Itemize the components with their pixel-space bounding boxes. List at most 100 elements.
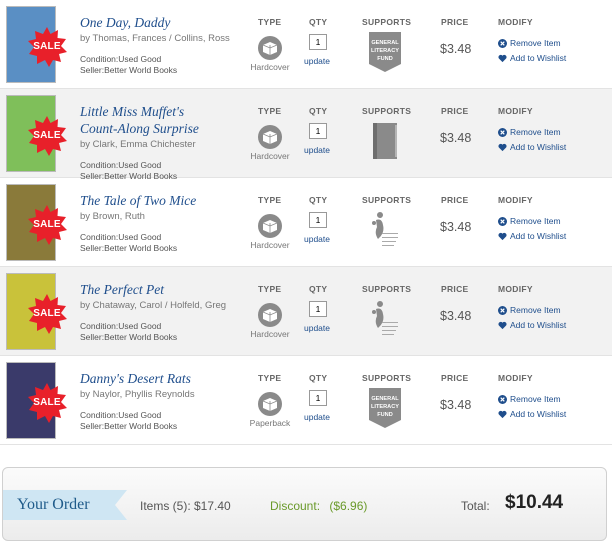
book-type-icon [258,125,282,149]
cart-row: SALE The Perfect Pet by Chataway, Carol … [0,267,612,356]
discount-value: ($6.96) [329,499,368,513]
remove-item-label: Remove Item [510,216,561,226]
supports-header: SUPPORTS [362,106,412,116]
book-type: Hardcover [250,329,290,339]
remove-item-link[interactable]: Remove Item [498,305,561,315]
update-link[interactable]: update [304,323,330,333]
book-type: Hardcover [250,240,290,250]
remove-x-icon [498,127,507,137]
quantity-input[interactable] [309,34,327,50]
supports-text-3: FUND [377,412,393,418]
book-author: by Thomas, Frances / Collins, Ross [80,33,230,44]
order-heading: Your Order [17,496,90,513]
remove-item-link[interactable]: Remove Item [498,127,561,137]
book-seller: Seller:Better World Books [80,65,178,75]
update-link[interactable]: update [304,145,330,155]
book-title-line[interactable]: Danny's Desert Rats [80,370,250,387]
update-link[interactable]: update [304,412,330,422]
book-icon [373,123,397,159]
qty-header: QTY [309,17,328,27]
book-condition: Condition:Used Good [80,410,162,420]
wishlist-label: Add to Wishlist [510,320,567,330]
qty-header: QTY [309,195,328,205]
remove-item-link[interactable]: Remove Item [498,394,561,404]
quantity-input[interactable] [309,123,327,139]
book-author: by Brown, Ruth [80,211,145,222]
modify-header: MODIFY [498,106,533,116]
book-info: Little Miss Muffet's Count-Along Surprise… [80,103,250,182]
sale-label: SALE [33,41,61,52]
price-header: PRICE [441,195,469,205]
book-title-line[interactable]: The Perfect Pet [80,281,250,298]
book-seller: Seller:Better World Books [80,243,178,253]
sale-badge: SALE [27,294,67,334]
remove-x-icon [498,38,507,48]
quantity-input[interactable] [309,390,327,406]
cart-row: SALE One Day, Daddy by Thomas, Frances /… [0,0,612,89]
wishlist-label: Add to Wishlist [510,231,567,241]
book-info: One Day, Daddy by Thomas, Frances / Coll… [80,14,250,76]
general-literacy-fund-icon: GENERAL LITERACY FUND [369,32,401,72]
book-type-icon [258,392,282,416]
book-type: Paperback [249,418,291,428]
quantity-input[interactable] [309,212,327,228]
update-link[interactable]: update [304,234,330,244]
book-condition: Condition:Used Good [80,54,162,64]
add-to-wishlist-link[interactable]: Add to Wishlist [498,142,566,152]
total-value: $10.44 [505,492,564,513]
discount: Discount: ($6.96) [270,499,367,513]
modify-header: MODIFY [498,17,533,27]
add-to-wishlist-link[interactable]: Add to Wishlist [498,409,566,419]
item-price: $3.48 [440,309,472,323]
type-header: TYPE [258,106,282,116]
sale-label: SALE [33,397,61,408]
heart-icon [498,54,507,62]
remove-item-label: Remove Item [510,305,561,315]
book-condition: Condition:Used Good [80,232,162,242]
price-header: PRICE [441,373,469,383]
sale-label: SALE [33,219,61,230]
sale-badge: SALE [27,116,67,156]
cart-row: SALE The Tale of Two Mice by Brown, Ruth… [0,178,612,267]
type-header: TYPE [258,195,282,205]
update-link[interactable]: update [304,56,330,66]
type-header: TYPE [258,373,282,383]
book-title-line[interactable]: Little Miss Muffet's [80,103,250,120]
book-title-line[interactable]: Count-Along Surprise [80,120,250,137]
price-header: PRICE [441,284,469,294]
supports-text-1: GENERAL [371,396,399,402]
supports-text-2: LITERACY [371,404,399,410]
book-type-icon [258,303,282,327]
supports-text-1: GENERAL [371,40,399,46]
heart-icon [498,232,507,240]
type-header: TYPE [258,17,282,27]
supports-header: SUPPORTS [362,284,412,294]
book-title-line[interactable]: The Tale of Two Mice [80,192,250,209]
price-header: PRICE [441,17,469,27]
sale-badge: SALE [27,383,67,423]
add-to-wishlist-link[interactable]: Add to Wishlist [498,231,566,241]
qty-header: QTY [309,284,328,294]
add-to-wishlist-link[interactable]: Add to Wishlist [498,320,566,330]
price-header: PRICE [441,106,469,116]
remove-item-link[interactable]: Remove Item [498,38,561,48]
book-type: Hardcover [250,62,290,72]
cart-list: SALE One Day, Daddy by Thomas, Frances /… [0,0,612,445]
remove-item-link[interactable]: Remove Item [498,216,561,226]
wishlist-label: Add to Wishlist [510,142,567,152]
modify-header: MODIFY [498,373,533,383]
item-price: $3.48 [440,398,472,412]
wishlist-label: Add to Wishlist [510,409,567,419]
heart-icon [498,410,507,418]
book-title-line[interactable]: One Day, Daddy [80,14,250,31]
qty-header: QTY [309,373,328,383]
supports-header: SUPPORTS [362,17,412,27]
book-info: The Perfect Pet by Chataway, Carol / Hol… [80,281,250,343]
add-to-wishlist-link[interactable]: Add to Wishlist [498,53,566,63]
item-price: $3.48 [440,220,472,234]
heart-icon [498,143,507,151]
discount-label: Discount: [270,499,321,513]
sale-badge: SALE [27,27,67,67]
quantity-input[interactable] [309,301,327,317]
book-condition: Condition:Used Good [80,160,162,170]
